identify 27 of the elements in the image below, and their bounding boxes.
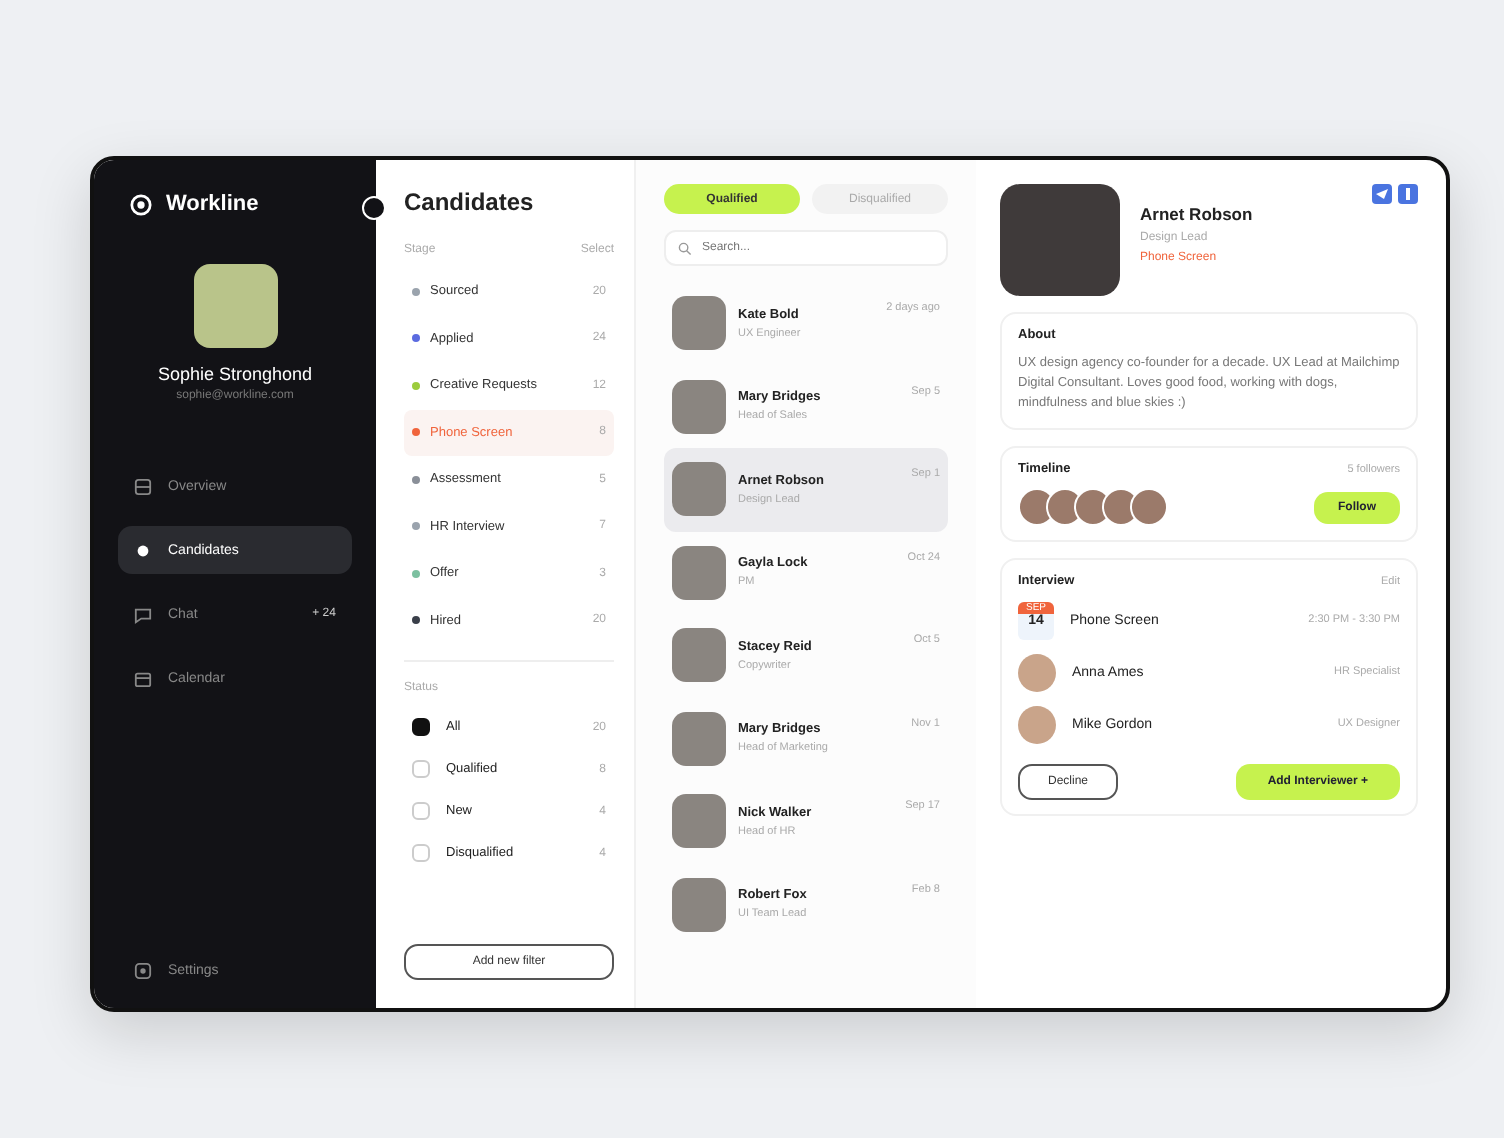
social-media-icon[interactable] xyxy=(1398,184,1418,204)
photo-placeholder xyxy=(1000,184,1120,296)
photo-placeholder xyxy=(672,545,726,600)
photo-placeholder xyxy=(672,794,726,849)
user-name: Sophie Stronghond xyxy=(157,364,313,384)
photo-placeholder xyxy=(672,711,726,766)
settings-icon xyxy=(134,962,152,980)
dot-icon xyxy=(134,541,152,559)
app-logo: Workline xyxy=(166,192,259,216)
photo-placeholder xyxy=(672,379,726,434)
chat-icon xyxy=(134,605,152,623)
photo-placeholder xyxy=(193,264,277,348)
panel-title: Candidates xyxy=(404,188,536,216)
photo-placeholder xyxy=(672,628,726,683)
calendar-icon xyxy=(134,669,152,687)
photo-placeholder xyxy=(672,462,726,517)
checkbox[interactable] xyxy=(412,718,430,736)
search-icon xyxy=(678,241,692,255)
photo-placeholder xyxy=(672,877,726,932)
photo-placeholder xyxy=(672,296,726,351)
avatar-placeholder xyxy=(1018,653,1056,692)
logo-icon xyxy=(130,193,152,215)
grid-icon xyxy=(134,477,152,495)
profile-name: Arnet Robson xyxy=(1140,204,1255,224)
avatar-placeholder xyxy=(1018,705,1056,744)
social-media-icon[interactable] xyxy=(1372,184,1392,204)
collapse-handle[interactable] xyxy=(362,196,386,220)
